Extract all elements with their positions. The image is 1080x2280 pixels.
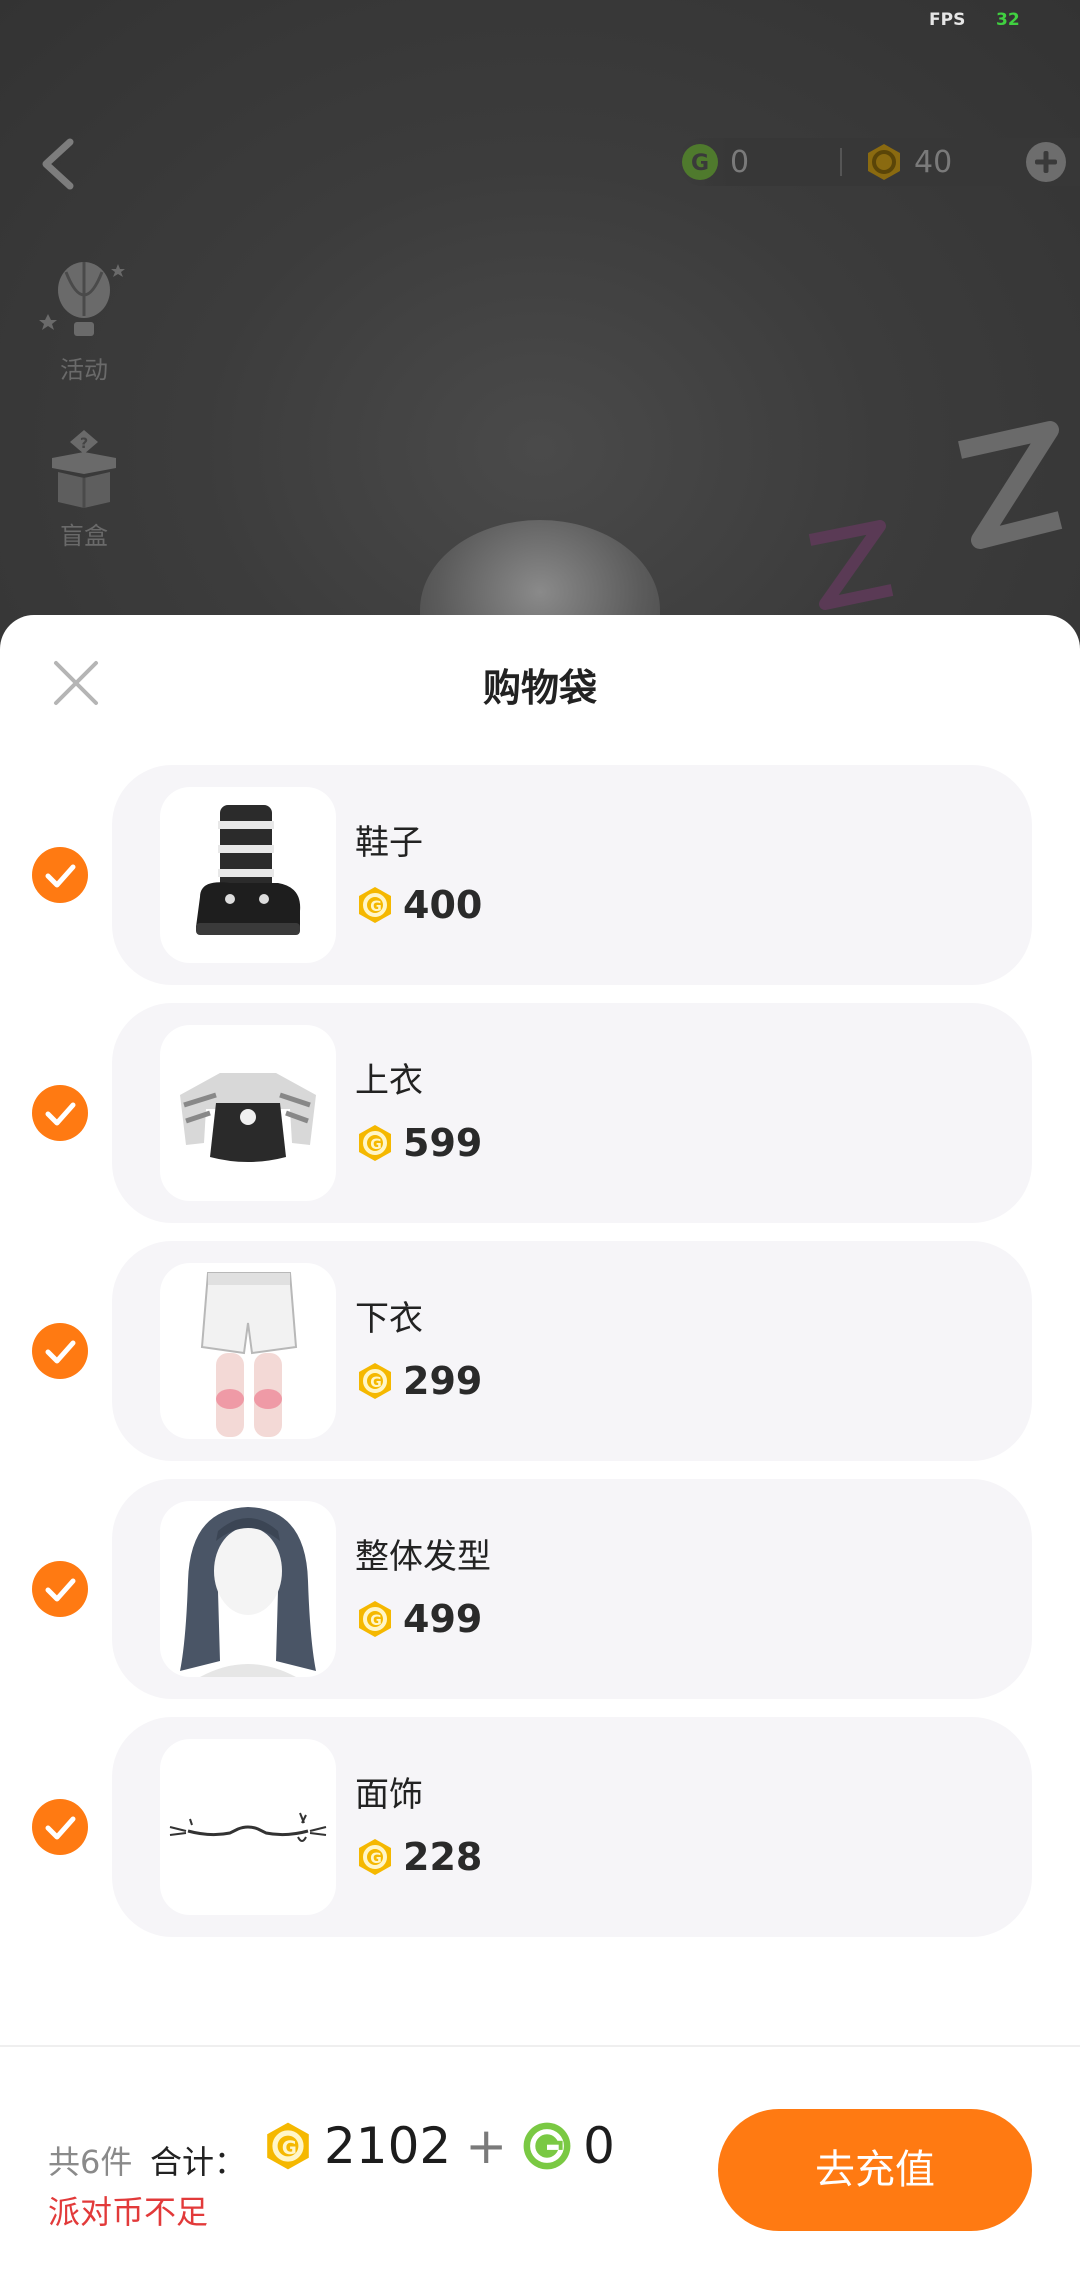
gold-coin-balance: 40: [864, 138, 952, 186]
green-coin-icon: G: [682, 144, 718, 180]
face-accessory-thumbnail: [160, 1739, 336, 1915]
checkmark-icon: [45, 864, 76, 888]
item-card[interactable]: 整体发型 G 499: [112, 1479, 1032, 1699]
plus-sign: +: [465, 2117, 508, 2175]
game-scene-background: FPS 32 G 0 40 活动 ? 盲盒: [0, 0, 1080, 700]
cart-item: 上衣 G 599: [0, 1003, 1080, 1223]
item-price: G 499: [355, 1597, 482, 1641]
item-name: 整体发型: [355, 1537, 491, 1577]
total-label: 合计：: [150, 2143, 247, 2181]
fps-label: FPS: [929, 10, 966, 30]
mystery-box-icon: ?: [52, 430, 116, 508]
sidebar-item-blind-box[interactable]: ? 盲盒: [36, 424, 132, 551]
fps-value: 32: [996, 10, 1020, 30]
boots-thumbnail: [160, 787, 336, 963]
checkmark-icon: [45, 1102, 76, 1126]
shorts-image: [200, 1272, 298, 1437]
gold-coin-icon: G: [359, 1601, 391, 1637]
item-price: G 228: [355, 1835, 482, 1879]
sheet-title: 购物袋: [482, 666, 597, 710]
sidebar-item-activity[interactable]: 活动: [36, 258, 132, 385]
green-total: 0: [583, 2117, 615, 2175]
item-count: 共6件: [48, 2143, 133, 2181]
boots-image: [196, 805, 301, 935]
svg-text:G: G: [370, 1375, 382, 1391]
checkmark-icon: [45, 1340, 76, 1364]
sidebar-label-activity: 活动: [60, 356, 108, 384]
sheet-header: 购物袋: [0, 615, 1080, 765]
item-checkbox[interactable]: [32, 1799, 88, 1855]
cart-item: 下衣 G 299: [0, 1241, 1080, 1461]
gold-coin-icon: G: [267, 2122, 309, 2170]
item-checkbox[interactable]: [32, 1323, 88, 1379]
recharge-button[interactable]: 去充值: [718, 2109, 1032, 2231]
shorts-thumbnail: [160, 1263, 336, 1439]
item-price: G 400: [355, 883, 482, 927]
svg-text:G: G: [370, 1137, 382, 1153]
cart-item: 整体发型 G 499: [0, 1479, 1080, 1699]
top-thumbnail: [160, 1025, 336, 1201]
chevron-left-icon[interactable]: [38, 136, 78, 192]
cart-item: 面饰 G 228: [0, 1717, 1080, 1937]
item-card[interactable]: 下衣 G 299: [112, 1241, 1032, 1461]
svg-text:G: G: [282, 2138, 297, 2159]
insufficient-funds-warning: 派对币不足: [48, 2193, 209, 2231]
hairstyle-thumbnail: [160, 1501, 336, 1677]
svg-text:G: G: [370, 899, 382, 915]
item-checkbox[interactable]: [32, 1085, 88, 1141]
gold-coin-icon: G: [359, 1839, 391, 1875]
gold-total: 2102: [324, 2117, 452, 2175]
currency-divider: [840, 148, 842, 176]
sleep-z-decoration-small: [808, 520, 894, 610]
svg-text:G: G: [691, 151, 709, 176]
gold-coin-icon: G: [359, 887, 391, 923]
hairstyle-image: [180, 1507, 316, 1677]
item-name: 面饰: [355, 1775, 423, 1815]
green-coin-icon: [523, 2122, 571, 2170]
item-name: 上衣: [355, 1061, 423, 1101]
item-price: G 299: [355, 1359, 482, 1403]
checkmark-icon: [45, 1816, 76, 1840]
gold-coin-icon: G: [359, 1125, 391, 1161]
gold-coin-icon: G: [359, 1363, 391, 1399]
sidebar-label-blind-box: 盲盒: [60, 522, 108, 550]
shopping-bag-sheet: 购物袋 鞋子 G 400 上衣 G 599 下衣 G 299 整体发型 G 49…: [0, 615, 1080, 2280]
top-image: [180, 1073, 316, 1162]
hot-air-balloon-icon: [39, 262, 125, 336]
item-checkbox[interactable]: [32, 1561, 88, 1617]
item-checkbox[interactable]: [32, 847, 88, 903]
total-amount: G 2102 + 0: [262, 2117, 615, 2175]
item-card[interactable]: 面饰 G 228: [112, 1717, 1032, 1937]
gold-coin-icon: [868, 144, 900, 180]
checkmark-icon: [45, 1578, 76, 1602]
item-name: 下衣: [355, 1299, 423, 1339]
add-currency-button[interactable]: [1026, 142, 1066, 182]
face-accessory-image: [169, 1812, 327, 1842]
item-card[interactable]: 上衣 G 599: [112, 1003, 1032, 1223]
svg-text:?: ?: [80, 436, 88, 452]
item-name: 鞋子: [355, 823, 423, 863]
item-card[interactable]: 鞋子 G 400: [112, 765, 1032, 985]
currency-bar: G 0 40: [678, 138, 1080, 186]
item-price: G 599: [355, 1121, 482, 1165]
cart-item: 鞋子 G 400: [0, 765, 1080, 985]
green-coin-balance: G 0: [680, 138, 749, 186]
sleep-z-decoration: [958, 421, 1063, 549]
svg-text:G: G: [370, 1851, 382, 1867]
checkout-footer: 共6件 合计： G 2102 + 0 派对币不足 去充值: [0, 2047, 1080, 2280]
svg-text:G: G: [370, 1613, 382, 1629]
